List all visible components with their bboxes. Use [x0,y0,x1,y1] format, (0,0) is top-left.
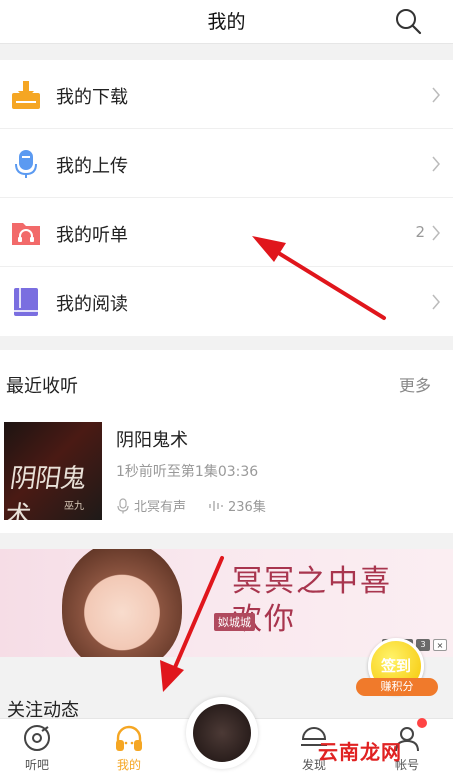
headphones-icon [116,725,142,751]
menu-item-upload[interactable]: 我的上传 [0,129,453,198]
download-icon [12,81,40,109]
menu-label: 我的阅读 [56,294,128,315]
more-link[interactable]: 更多 [399,372,431,396]
banner-headline: 冥冥之中喜欢你 [232,564,392,637]
album-title[interactable]: 阴阳鬼术 [116,426,188,452]
menu-item-playlist[interactable]: 我的听单 2 [0,198,453,267]
album-meta: 北冥有声 236集 [116,496,266,515]
now-playing-button[interactable] [186,697,258,769]
page: 我的 我的下载 我的上传 我的听单 2 我的阅读 最近收听 更多 阴阳鬼术 巫九… [0,0,453,773]
upload-icon [15,150,37,178]
tab-listen[interactable]: 听吧 [2,723,72,773]
page-title: 我的 [207,11,246,33]
menu-item-reading[interactable]: 我的阅读 [0,267,453,336]
section-title: 最近收听 [6,376,78,397]
earn-points-label: 赚积分 [356,678,438,696]
episode-count: 236集 [228,500,266,515]
episodes-icon [209,500,223,511]
cover-title: 阴阳鬼术 [4,464,88,520]
chevron-right-icon [432,87,440,103]
tab-label: 听吧 [24,758,49,772]
chevron-right-icon [432,225,440,241]
watermark: 云南龙网 [318,740,402,764]
tab-label: 我的 [116,758,141,772]
recent-listening-section: 最近收听 更多 阴阳鬼术 巫九 阴阳鬼术 1秒前听至第1集03:36 北冥有声 … [0,350,453,533]
album-author: 北冥有声 [134,500,187,515]
book-icon [14,288,38,316]
tab-mine[interactable]: 我的 [94,723,164,773]
microphone-icon [117,497,129,513]
top-bar: 我的 [0,0,453,44]
cover-author: 巫九 [64,501,84,512]
menu-label: 我的听单 [56,225,128,246]
listen-progress: 1秒前听至第1集03:36 [116,464,259,480]
playlist-icon [12,223,40,245]
menu-label: 我的下载 [56,87,128,108]
menu-item-download[interactable]: 我的下载 [0,60,453,129]
menu-label: 我的上传 [56,156,128,177]
chevron-right-icon [432,294,440,310]
sign-in-label: 签到 [380,657,411,675]
search-icon[interactable] [393,6,423,36]
banner-tag: 姒城城 [214,613,255,631]
disc-icon [24,725,50,751]
banner-illustration [62,549,182,657]
album-cover[interactable]: 阴阳鬼术 巫九 [4,422,102,520]
now-playing-cover [193,704,251,762]
playlist-count: 2 [415,223,425,241]
my-menu-list: 我的下载 我的上传 我的听单 2 我的阅读 [0,60,453,336]
sign-in-button[interactable]: 签到 赚积分 [356,638,438,700]
notification-dot [417,718,427,728]
chevron-right-icon [432,156,440,172]
